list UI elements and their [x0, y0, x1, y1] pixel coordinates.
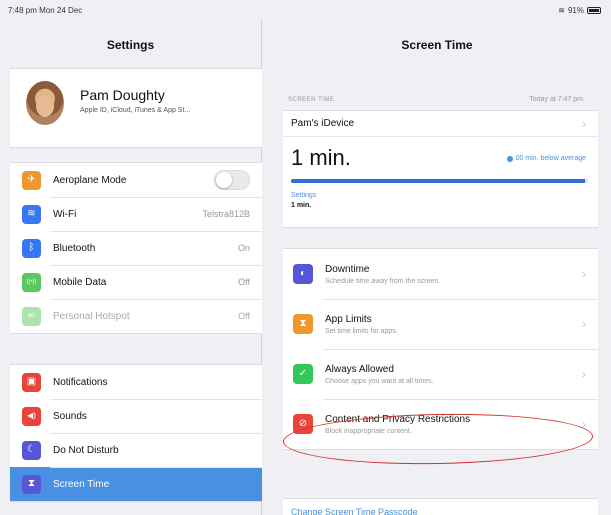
hotspot-icon: ∞: [22, 306, 41, 326]
settings-sidebar: Settings Pam Doughty Apple ID, iCloud, i…: [0, 20, 262, 515]
usage-card[interactable]: Pam's iDevice › 1 min. 00 min. below ave…: [283, 110, 598, 228]
settings-title: Settings: [106, 38, 155, 52]
feature-title: App Limits: [325, 313, 372, 325]
row-label: Do Not Disturb: [53, 444, 119, 456]
settings-row-screen-time[interactable]: ⧗ Screen Time: [10, 467, 262, 501]
row-label: Bluetooth: [53, 242, 96, 254]
passcode-card: Change Screen Time Passcode: [283, 498, 598, 515]
screen-time-title: Screen Time: [401, 38, 473, 52]
row-value: On: [237, 243, 250, 253]
row-value: Off: [238, 311, 250, 321]
status-indicators: ≋ 91%: [558, 6, 601, 15]
row-label: Aeroplane Mode: [53, 174, 127, 186]
feature-subtitle: Choose apps you want at all times.: [325, 377, 434, 385]
always-allowed-icon: ✓: [293, 364, 313, 384]
airplane-icon: ✈: [22, 170, 41, 190]
feature-subtitle: Set time limits for apps.: [325, 327, 398, 335]
settings-row-wifi[interactable]: ≋ Wi-Fi Telstra812B: [10, 197, 262, 231]
category-value: 1 min.: [291, 202, 312, 209]
device-row[interactable]: Pam's iDevice ›: [283, 111, 598, 137]
notifications-group: ▣ Notifications ◀) Sounds ☾ Do Not Distu…: [10, 364, 262, 502]
settings-row-notifications[interactable]: ▣ Notifications: [10, 365, 262, 399]
row-label: Sounds: [53, 410, 87, 422]
average-indicator: 00 min. below average: [506, 155, 586, 162]
settings-row-aeroplane-mode[interactable]: ✈ Aeroplane Mode: [10, 163, 262, 197]
feature-always-allowed[interactable]: ✓ Always Allowed Choose apps you want at…: [283, 349, 598, 399]
row-label: Screen Time: [53, 478, 110, 490]
feature-subtitle: Schedule time away from the screen.: [325, 277, 441, 285]
change-passcode-link[interactable]: Change Screen Time Passcode: [291, 507, 418, 515]
app-limits-icon: ⧗: [293, 314, 313, 334]
avatar: [26, 81, 64, 125]
average-dot-icon: [506, 155, 513, 162]
settings-row-bluetooth[interactable]: ᛒ Bluetooth On: [10, 231, 262, 265]
device-name: Pam's iDevice: [291, 118, 355, 129]
battery-icon: [587, 7, 601, 14]
category-label: Settings: [291, 192, 317, 199]
wifi-icon: ≋: [22, 204, 41, 224]
row-value: Off: [238, 277, 250, 287]
row-label: Wi-Fi: [53, 208, 77, 220]
feature-title: Always Allowed: [325, 363, 394, 375]
hourglass-icon: ⧗: [22, 474, 41, 494]
antenna-icon: ((•)): [22, 272, 41, 292]
battery-percent: 91%: [567, 6, 584, 15]
profile-name: Pam Doughty: [80, 87, 165, 103]
chevron-right-icon: ›: [582, 367, 586, 381]
notifications-icon: ▣: [22, 372, 41, 392]
row-label: Mobile Data: [53, 276, 107, 288]
usage-total: 1 min.: [291, 145, 351, 170]
row-label: Notifications: [53, 376, 108, 388]
settings-row-sounds[interactable]: ◀) Sounds: [10, 399, 262, 433]
section-date: Today at 7:47 pm: [529, 96, 583, 103]
settings-row-mobile-data[interactable]: ((•)) Mobile Data Off: [10, 265, 262, 299]
average-label: 00 min. below average: [515, 155, 586, 162]
chevron-right-icon: ›: [582, 267, 586, 281]
section-header: SCREEN TIME: [288, 97, 335, 103]
feature-app-limits[interactable]: ⧗ App Limits Set time limits for apps. ›: [283, 299, 598, 349]
apple-id-profile[interactable]: Pam Doughty Apple ID, iCloud, iTunes & A…: [10, 68, 262, 148]
usage-bar-fill: [291, 179, 586, 183]
connectivity-group: ✈ Aeroplane Mode ≋ Wi-Fi Telstra812B ᛒ B…: [10, 162, 262, 334]
aeroplane-mode-toggle[interactable]: [214, 170, 250, 190]
moon-icon: ☾: [22, 440, 41, 460]
feature-title: Downtime: [325, 263, 370, 275]
row-label: Personal Hotspot: [53, 310, 130, 322]
settings-row-do-not-disturb[interactable]: ☾ Do Not Disturb: [10, 433, 262, 467]
chevron-right-icon: ›: [582, 317, 586, 331]
row-value: Telstra812B: [202, 209, 250, 219]
settings-row-personal-hotspot[interactable]: ∞ Personal Hotspot Off: [10, 299, 262, 333]
chevron-right-icon: ›: [582, 116, 586, 131]
sounds-icon: ◀): [22, 406, 41, 426]
feature-downtime[interactable]: ◐ Downtime Schedule time away from the s…: [283, 249, 598, 299]
bluetooth-icon: ᛒ: [22, 238, 41, 258]
downtime-icon: ◐: [293, 264, 313, 284]
usage-bar: [291, 179, 588, 183]
status-bar: 7:48 pm Mon 24 Dec ≋ 91%: [0, 0, 611, 20]
profile-subtitle: Apple ID, iCloud, iTunes & App St...: [80, 107, 191, 114]
wifi-status-icon: ≋: [558, 6, 565, 15]
status-time-date: 7:48 pm Mon 24 Dec: [8, 6, 83, 15]
